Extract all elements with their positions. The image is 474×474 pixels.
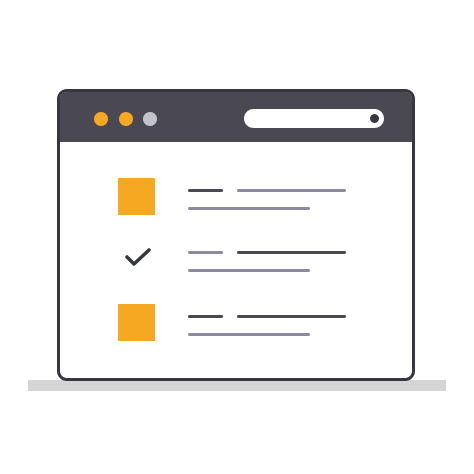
text-line bbox=[237, 315, 346, 318]
address-bar-dot-icon bbox=[370, 114, 379, 123]
square-icon bbox=[118, 304, 155, 341]
window-titlebar bbox=[60, 92, 412, 142]
list-item[interactable] bbox=[60, 304, 412, 344]
list-item[interactable] bbox=[60, 178, 412, 218]
text-line bbox=[188, 315, 223, 318]
browser-window bbox=[57, 89, 415, 381]
text-line bbox=[237, 189, 346, 192]
maximize-dot-icon[interactable] bbox=[143, 112, 157, 126]
text-line bbox=[188, 269, 310, 272]
check-icon bbox=[125, 248, 151, 266]
square-icon bbox=[118, 178, 155, 215]
text-line bbox=[188, 333, 310, 336]
close-dot-icon[interactable] bbox=[94, 112, 108, 126]
illustration-stage bbox=[0, 0, 474, 474]
text-line bbox=[188, 207, 310, 210]
minimize-dot-icon[interactable] bbox=[119, 112, 133, 126]
text-line bbox=[237, 251, 346, 254]
task-list bbox=[60, 142, 412, 378]
text-line bbox=[188, 189, 223, 192]
window-shadow bbox=[28, 380, 446, 391]
text-line bbox=[188, 251, 223, 254]
address-bar[interactable] bbox=[244, 109, 384, 128]
list-item[interactable] bbox=[60, 240, 412, 280]
